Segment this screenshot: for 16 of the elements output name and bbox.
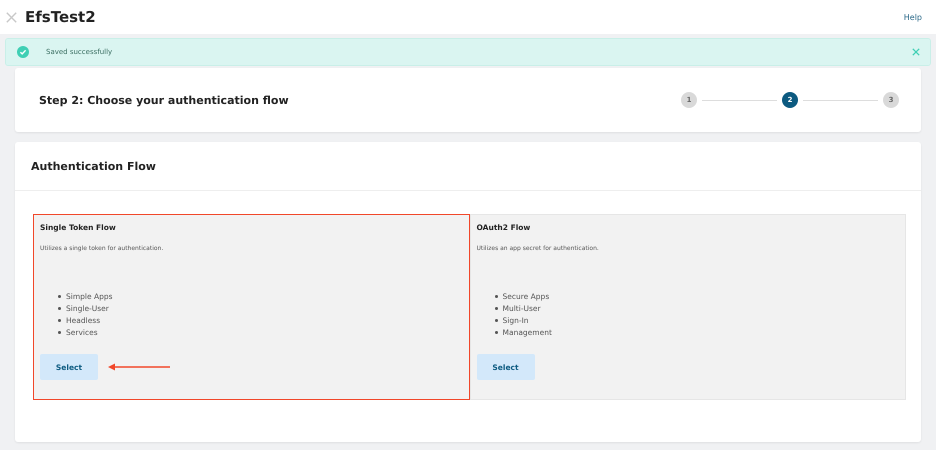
- app-title: EfsTest2: [25, 8, 96, 26]
- check-circle-icon: [17, 46, 29, 58]
- bullet-icon: [58, 319, 61, 322]
- close-icon[interactable]: [6, 12, 17, 22]
- arrow-icon: [108, 363, 170, 371]
- step-title: Step 2: Choose your authentication flow: [39, 94, 289, 106]
- bullet-icon: [494, 331, 498, 334]
- bullet-icon: [494, 295, 498, 298]
- section-title: Authentication Flow: [31, 160, 156, 172]
- bullet-icon: [494, 307, 498, 310]
- bullet-icon: [58, 307, 61, 310]
- bullet-icon: [58, 331, 61, 334]
- bullet-icon: [58, 295, 61, 298]
- close-icon[interactable]: [912, 48, 920, 56]
- help-link[interactable]: Help: [904, 12, 922, 22]
- bullet-icon: [494, 319, 498, 322]
